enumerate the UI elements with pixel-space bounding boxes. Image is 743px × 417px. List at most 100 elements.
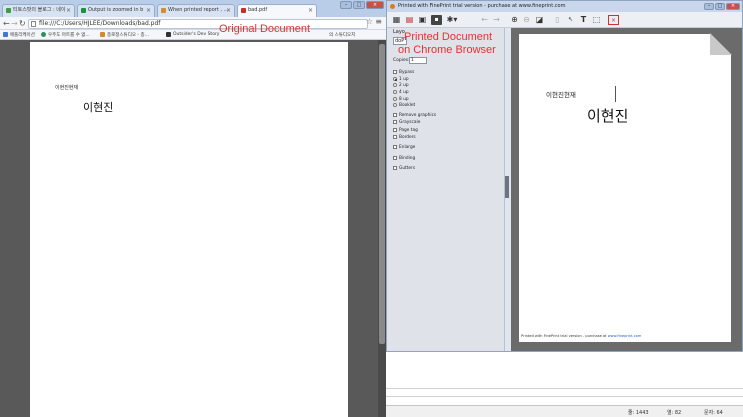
next-page-icon[interactable]: →: [491, 15, 502, 25]
tab-blog[interactable]: 티토스팟의 블로그 : 네이 ×: [2, 4, 75, 17]
select-tool-icon[interactable]: ↖: [565, 15, 576, 25]
star-icon[interactable]: ☆: [366, 17, 373, 26]
checkbox[interactable]: [393, 120, 397, 124]
status-column: 열: 82: [667, 410, 682, 416]
option-4-up[interactable]: 4 up: [393, 90, 409, 95]
menu-icon[interactable]: ≡: [375, 17, 382, 26]
tab-favicon-icon: [81, 8, 86, 13]
reload-icon[interactable]: ↻: [19, 18, 26, 29]
option-8-up[interactable]: 8 up: [393, 97, 409, 102]
forward-arrow-icon[interactable]: →: [11, 18, 18, 29]
copies-input[interactable]: 1: [409, 57, 427, 64]
fineprint-window: Printed with FinePrint trial version - p…: [386, 0, 743, 352]
checkbox[interactable]: [393, 156, 397, 160]
minimize-icon[interactable]: –: [340, 1, 352, 9]
bookmark-apps[interactable]: 애플리케이션: [3, 32, 35, 38]
tab-close-icon[interactable]: ×: [226, 5, 231, 16]
minimize-icon[interactable]: –: [704, 3, 714, 10]
checkbox[interactable]: [393, 128, 397, 132]
bookmark-favicon-icon: [166, 32, 171, 37]
page-fold-corner: [710, 33, 732, 55]
status-chars: 문자: 64: [704, 410, 723, 416]
jobs-icon[interactable]: ▪: [431, 15, 442, 25]
radio-selected[interactable]: [393, 77, 397, 81]
prev-page-icon[interactable]: ←: [479, 15, 490, 25]
radio[interactable]: [393, 90, 397, 94]
fineprint-link[interactable]: www.fineprint.com: [608, 334, 642, 338]
option-remove-graphics[interactable]: Remove graphics: [393, 113, 436, 118]
radio[interactable]: [393, 83, 397, 87]
option-borders[interactable]: Borders: [393, 135, 416, 140]
vertical-scrollbar[interactable]: [378, 40, 386, 417]
checkbox[interactable]: [393, 70, 397, 74]
bookmark-item[interactable]: 종로정스튜디오 - 종...: [100, 32, 149, 38]
tab-label: bad.pdf: [248, 7, 268, 13]
fineprint-title: Printed with FinePrint trial version - p…: [398, 3, 566, 9]
annotation-original-document: Original Document: [219, 23, 311, 35]
close-window-icon[interactable]: ×: [726, 3, 740, 10]
tab-strip: 티토스팟의 블로그 : 네이 × Output is zoomed in b ×…: [0, 0, 386, 17]
tab-close-icon[interactable]: ×: [66, 5, 71, 16]
scroll-thumb[interactable]: [379, 44, 385, 344]
bookmark-item[interactable]: 의 스튜디오지: [322, 32, 355, 38]
tab-printed-report[interactable]: When printed report , ... ×: [157, 4, 235, 17]
divider: [386, 388, 743, 389]
tab-close-icon[interactable]: ×: [308, 5, 313, 16]
marquee-tool-icon[interactable]: ⬚: [591, 15, 602, 25]
delete-page-icon[interactable]: ▤: [404, 15, 415, 25]
browser-toolbar: ← → ↻ file:///C:/Users/HJLEE/Downloads/b…: [0, 17, 386, 30]
back-arrow-icon[interactable]: ←: [3, 18, 10, 29]
text-cursor: [615, 86, 616, 102]
cancel-job-icon[interactable]: ×: [608, 15, 619, 25]
status-bar: 줄: 1443 열: 82 문자: 64: [386, 405, 743, 417]
window-controls: – □ ×: [704, 3, 740, 10]
tab-output-zoomed[interactable]: Output is zoomed in b ×: [77, 4, 155, 17]
option-2-up[interactable]: 2 up: [393, 83, 409, 88]
page-name-text: 이현진: [83, 101, 114, 114]
option-grayscale[interactable]: Grayscale: [393, 120, 420, 125]
zoom-out-icon[interactable]: ⊖: [521, 15, 532, 25]
address-bar[interactable]: file:///C:/Users/HJLEE/Downloads/bad.pdf: [28, 19, 368, 29]
fineprint-title-bar: Printed with FinePrint trial version - p…: [387, 1, 742, 12]
divider: [386, 396, 743, 397]
option-gutters[interactable]: Gutters: [393, 166, 415, 171]
option-page-tag[interactable]: Page tag: [393, 128, 418, 133]
checkbox[interactable]: [393, 166, 397, 170]
maximize-icon[interactable]: □: [715, 3, 725, 10]
annotation-printed-document: Printed Document: [404, 31, 493, 43]
trial-footer: Printed with FinePrint trial version - p…: [521, 334, 642, 338]
bookmark-favicon-icon: [41, 32, 46, 37]
print-icon[interactable]: ▦: [391, 15, 402, 25]
bookmark-item[interactable]: Outsider's Dev Story: [166, 32, 219, 37]
copies-label: Copies:: [393, 58, 410, 63]
option-bypass[interactable]: Bypass: [393, 70, 414, 75]
option-1-up[interactable]: 1 up: [393, 77, 409, 82]
settings-gear-icon[interactable]: ✱▾: [444, 15, 460, 25]
radio[interactable]: [393, 97, 397, 101]
tab-label: When printed report , ...: [168, 7, 229, 13]
bookmark-item[interactable]: 우주도 마트를 수 없...: [41, 32, 90, 38]
option-binding[interactable]: Binding: [393, 156, 415, 161]
panel-splitter[interactable]: [505, 176, 509, 198]
checkbox[interactable]: [393, 145, 397, 149]
close-window-icon[interactable]: ×: [366, 1, 384, 9]
fit-page-icon[interactable]: ◪: [534, 15, 545, 25]
option-booklet[interactable]: Booklet: [393, 103, 415, 108]
checkbox[interactable]: [393, 135, 397, 139]
tab-close-icon[interactable]: ×: [146, 5, 151, 16]
maximize-icon[interactable]: □: [353, 1, 365, 9]
save-icon[interactable]: ▣: [417, 15, 428, 25]
text-tool-icon[interactable]: T: [578, 15, 589, 25]
preview-name-text: 이현진: [587, 107, 629, 125]
checkbox[interactable]: [393, 113, 397, 117]
tab-label: 티토스팟의 블로그 : 네이: [13, 7, 66, 13]
tab-label: Output is zoomed in b: [88, 7, 144, 13]
radio[interactable]: [393, 103, 397, 107]
tab-bad-pdf[interactable]: bad.pdf ×: [237, 4, 317, 17]
zoom-in-icon[interactable]: ⊕: [509, 15, 520, 25]
apps-icon: [3, 32, 8, 37]
tab-favicon-icon: [161, 8, 166, 13]
blank-page-icon[interactable]: ▯: [552, 15, 563, 25]
page-icon: [31, 21, 36, 27]
option-enlarge[interactable]: Enlarge: [393, 145, 415, 150]
